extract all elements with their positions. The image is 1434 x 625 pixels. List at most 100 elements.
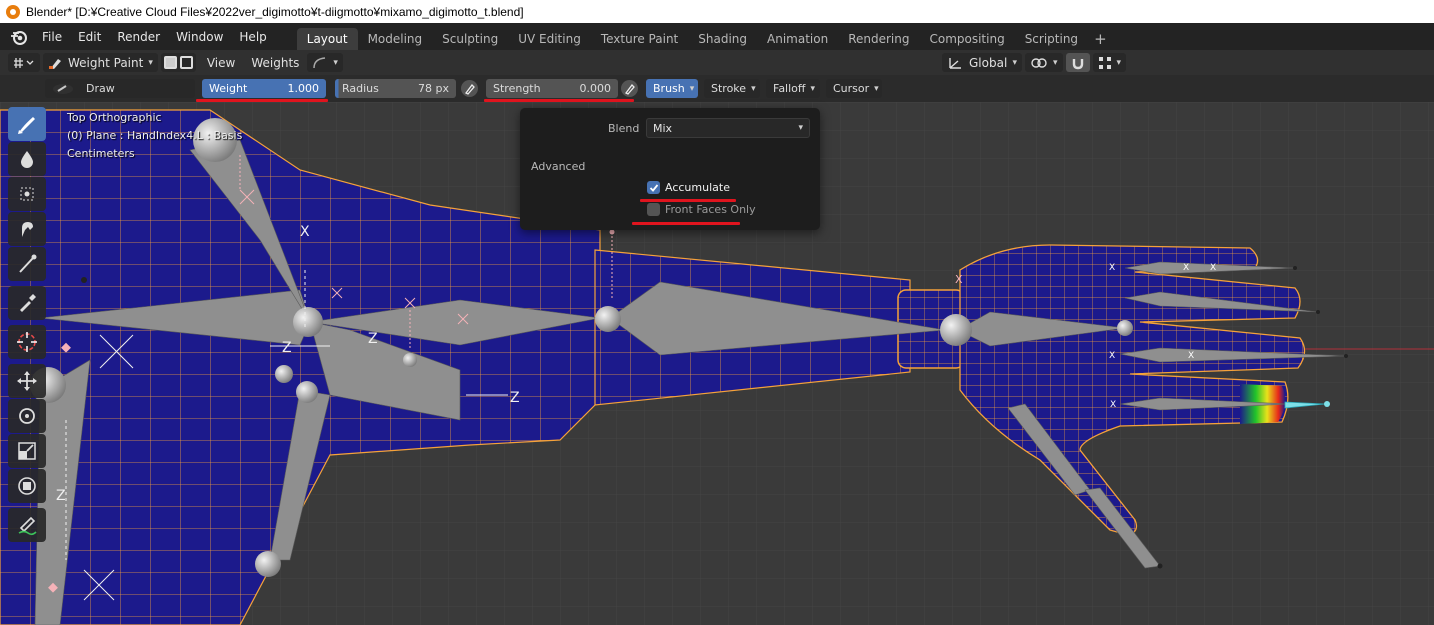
average-icon xyxy=(20,187,34,201)
viewport-header: Weight Paint ▾ View Weights ▾ Global ▾ ▾… xyxy=(0,50,1434,75)
cursor-dropdown[interactable]: Cursor ▾ xyxy=(826,79,882,98)
selection-mask-toggle[interactable] xyxy=(160,53,196,72)
add-workspace-button[interactable]: + xyxy=(1088,28,1113,50)
pivot-icon xyxy=(1031,57,1047,68)
tab-modeling[interactable]: Modeling xyxy=(358,28,433,50)
blender-logo-icon[interactable] xyxy=(10,28,28,46)
brush-selector[interactable]: Draw xyxy=(45,79,195,98)
radius-pressure-toggle[interactable] xyxy=(461,80,478,97)
brush-settings-popover: Blend Mix ▾ Advanced Accumulate Front Fa… xyxy=(520,108,820,230)
tool-rotate[interactable] xyxy=(8,399,46,433)
snap-target-selector[interactable]: ▾ xyxy=(1092,53,1127,72)
checkmark-icon xyxy=(649,183,658,192)
symmetry-button[interactable]: ▾ xyxy=(307,53,343,72)
tab-uv-editing[interactable]: UV Editing xyxy=(508,28,591,50)
falloff-dropdown[interactable]: Falloff ▾ xyxy=(766,79,820,98)
magnet-icon xyxy=(1072,58,1083,69)
accumulate-checkbox-row[interactable]: Accumulate xyxy=(647,181,730,194)
annotation-underline-accumulate xyxy=(640,199,736,202)
transform-orientation-selector[interactable]: Global ▾ xyxy=(942,53,1022,72)
tab-texture-paint[interactable]: Texture Paint xyxy=(591,28,688,50)
front-faces-label: Front Faces Only xyxy=(665,203,756,216)
chevron-down-icon: ▾ xyxy=(1012,57,1017,68)
blender-app-icon xyxy=(6,4,20,19)
front-faces-checkbox-row[interactable]: Front Faces Only xyxy=(647,203,756,216)
mode-selector[interactable]: Weight Paint ▾ xyxy=(43,53,158,72)
tab-rendering[interactable]: Rendering xyxy=(838,28,919,50)
tool-average[interactable] xyxy=(8,177,46,211)
window-titlebar: Blender* [D:¥Creative Cloud Files¥2022ve… xyxy=(0,0,1434,23)
orientation-label: Global xyxy=(969,55,1008,70)
unit-system: Centimeters xyxy=(67,147,135,160)
tab-compositing[interactable]: Compositing xyxy=(919,28,1014,50)
pivot-point-selector[interactable]: ▾ xyxy=(1025,53,1063,72)
tab-scripting[interactable]: Scripting xyxy=(1015,28,1088,50)
accumulate-checkbox[interactable] xyxy=(647,181,660,194)
transform-icon xyxy=(18,477,36,495)
chevron-down-icon: ▾ xyxy=(798,123,803,133)
bone-axis-label: X xyxy=(1188,351,1194,361)
cursor-icon xyxy=(17,332,37,352)
viewport-overlay-info: Top Orthographic (0) Plane : HandIndex4.… xyxy=(67,109,242,163)
radius-slider[interactable]: Radius 78 px xyxy=(335,79,456,98)
stroke-dropdown-label: Stroke xyxy=(711,82,747,95)
tab-layout[interactable]: Layout xyxy=(296,28,358,50)
snap-toggle[interactable] xyxy=(1065,53,1090,72)
menu-window[interactable]: Window xyxy=(168,26,231,48)
annotate-icon xyxy=(18,516,37,536)
tool-smear[interactable] xyxy=(8,212,46,246)
accumulate-label: Accumulate xyxy=(665,181,730,194)
object-info: (0) Plane : HandIndex4.L : Basis xyxy=(67,129,243,142)
strength-slider[interactable]: Strength 0.000 xyxy=(486,79,618,98)
tool-move[interactable] xyxy=(8,364,46,398)
blend-mode-select[interactable]: Mix ▾ xyxy=(646,118,810,138)
stroke-dropdown[interactable]: Stroke ▾ xyxy=(704,79,760,98)
pen-pressure-icon xyxy=(464,83,475,95)
rotate-icon xyxy=(19,408,35,424)
tab-animation[interactable]: Animation xyxy=(757,28,838,50)
tool-cursor[interactable] xyxy=(8,325,46,359)
menu-weights[interactable]: Weights xyxy=(243,56,307,70)
chevron-down-icon: ▾ xyxy=(810,83,816,94)
tool-sample-weight[interactable] xyxy=(8,286,46,320)
weight-label: Weight xyxy=(209,82,248,95)
chevron-down-icon: ▾ xyxy=(874,83,879,94)
view-name: Top Orthographic xyxy=(67,111,162,124)
bone-axis-label: X xyxy=(1109,351,1115,361)
front-faces-checkbox[interactable] xyxy=(647,203,660,216)
bone-axis-label: X xyxy=(300,224,310,240)
strength-pressure-toggle[interactable] xyxy=(621,80,638,97)
window-title: Blender* [D:¥Creative Cloud Files¥2022ve… xyxy=(26,4,524,19)
weight-slider[interactable]: Weight 1.000 xyxy=(202,79,326,98)
tool-draw[interactable] xyxy=(8,107,46,141)
menu-view[interactable]: View xyxy=(199,56,243,70)
tool-gradient[interactable] xyxy=(8,247,46,281)
tab-sculpting[interactable]: Sculpting xyxy=(432,28,508,50)
tool-transform[interactable] xyxy=(8,469,46,503)
move-icon xyxy=(17,371,37,391)
global-orientation-icon xyxy=(949,57,961,69)
tool-annotate[interactable] xyxy=(8,508,46,542)
editor-type-button[interactable] xyxy=(8,53,40,72)
strength-value: 0.000 xyxy=(579,82,612,95)
tool-settings-bar: Draw Weight 1.000 Radius 78 px Strength … xyxy=(0,75,1434,102)
brush-dropdown[interactable]: Brush ▾ xyxy=(646,79,698,98)
tool-shelf xyxy=(8,107,49,543)
brush-dropdown-label: Brush xyxy=(653,82,685,95)
menu-render[interactable]: Render xyxy=(109,26,168,48)
menu-edit[interactable]: Edit xyxy=(70,26,109,48)
tool-scale[interactable] xyxy=(8,434,46,468)
editor-type-icon xyxy=(14,57,34,68)
tab-shading[interactable]: Shading xyxy=(688,28,757,50)
snap-grid-icon xyxy=(1098,56,1111,69)
annotation-underline-front-faces xyxy=(632,222,740,225)
tool-blur[interactable] xyxy=(8,142,46,176)
bone-axis-label: Z xyxy=(56,488,66,504)
vertex-mask-icon xyxy=(179,56,193,69)
falloff-dropdown-label: Falloff xyxy=(773,82,806,95)
bone-axis-label: X xyxy=(955,273,963,286)
chevron-down-icon: ▾ xyxy=(333,57,338,68)
menu-help[interactable]: Help xyxy=(231,26,274,48)
menu-file[interactable]: File xyxy=(34,26,70,48)
bone-axis-label: X xyxy=(1183,263,1189,273)
